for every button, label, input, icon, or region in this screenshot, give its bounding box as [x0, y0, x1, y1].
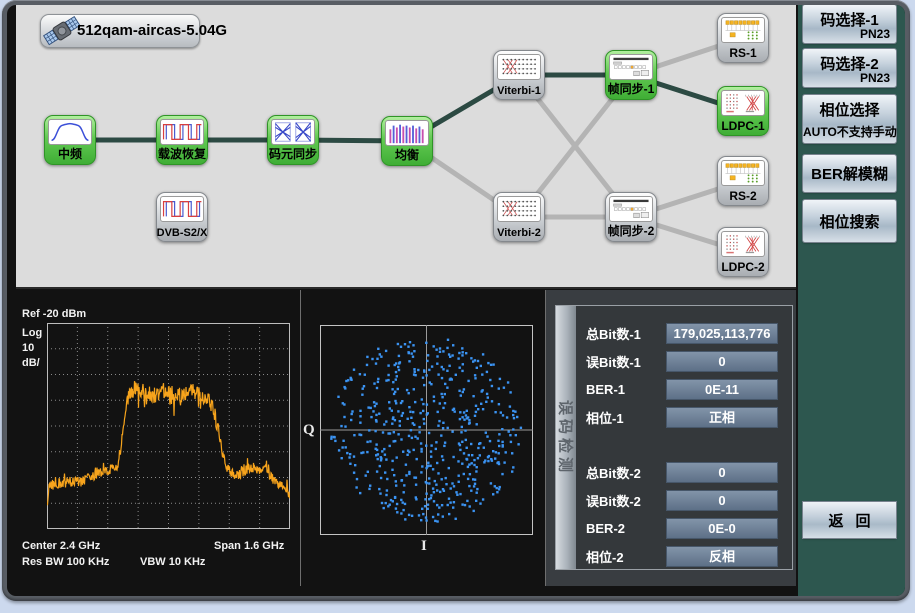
node-label-frame-sync-2: 帧同步-2	[598, 222, 664, 239]
node-label-equalizer: 均衡	[374, 146, 440, 163]
ber-row-8: 相位-2 反相	[586, 545, 778, 567]
ber-row-label: 误Bit数-2	[586, 491, 641, 510]
node-label-rs-1: RS-1	[710, 46, 776, 60]
ber-row-2: 误Bit数-1 0	[586, 350, 778, 372]
ber-row-value: 0E-0	[666, 518, 778, 539]
ber-row-value: 正相	[666, 407, 778, 428]
ber-row-label: 总Bit数-2	[586, 463, 641, 482]
ber-row-label: 误Bit数-1	[586, 352, 641, 371]
ber-row-label: 相位-2	[586, 547, 624, 566]
scale-10-label: 10	[22, 342, 34, 354]
node-label-if: 中频	[37, 145, 103, 162]
spectrum-plot	[47, 323, 290, 529]
scale-db-label: dB/	[22, 357, 40, 369]
ber-row-value: 0E-11	[666, 379, 778, 400]
node-if[interactable]: 中频	[44, 115, 96, 165]
rbw-label: Res BW 100 KHz	[22, 556, 109, 568]
node-label-dvb-s2x: DVB-S2/X	[149, 227, 215, 239]
ber-row-1: 总Bit数-1 179,025,113,776	[586, 322, 778, 344]
sidebar-button-label: 相位搜索	[819, 211, 879, 232]
node-frame-sync-2[interactable]: 帧同步-2	[605, 192, 657, 242]
sidebar-button-phase-select[interactable]: 相位选择 AUTO不支持手动	[803, 95, 896, 143]
ldpc-icon	[721, 90, 765, 116]
sidebar-button-code-select-2[interactable]: 码选择-2PN23	[803, 49, 896, 87]
ber-row-7: BER-2 0E-0	[586, 517, 778, 539]
satellite-icon	[43, 12, 81, 50]
node-label-viterbi-2: Viterbi-2	[486, 227, 552, 239]
constellation-plot	[320, 325, 533, 535]
node-label-ldpc-1: LDPC-1	[710, 119, 776, 133]
block-diagram-panel: 中频载波恢复码元同步均衡DVB-S2/XViterbi-1帧同步-1Viterb…	[16, 5, 796, 289]
q-axis-label: Q	[303, 422, 315, 439]
frame-sync-icon	[609, 54, 653, 80]
signal-title-button[interactable]: 512qam-aircas-5.04G	[40, 14, 200, 48]
node-label-carrier-recovery: 载波恢复	[149, 145, 215, 162]
sidebar-button-sublabel: AUTO不支持手动	[803, 123, 896, 140]
i-axis-label: I	[421, 538, 427, 555]
node-symbol-sync[interactable]: 码元同步	[267, 115, 319, 165]
ber-row-label: BER-1	[586, 382, 625, 397]
eye-diagram-icon	[271, 119, 315, 145]
ber-row-6: 误Bit数-2 0	[586, 489, 778, 511]
rs-icon	[721, 17, 765, 43]
app-content: 中频载波恢复码元同步均衡DVB-S2/XViterbi-1帧同步-1Viterb…	[7, 5, 905, 596]
trellis-icon	[497, 54, 541, 80]
node-frame-sync-1[interactable]: 帧同步-1	[605, 50, 657, 100]
frame-sync-icon	[609, 196, 653, 222]
scale-log-label: Log	[22, 327, 42, 339]
ber-row-value: 0	[666, 351, 778, 372]
ber-row-label: BER-2	[586, 521, 625, 536]
error-panel-title: 误码检测	[556, 399, 577, 475]
node-viterbi-1[interactable]: Viterbi-1	[493, 50, 545, 100]
back-button[interactable]: 返回	[803, 502, 896, 538]
error-panel-title-strip: 误码检测	[556, 306, 576, 569]
sidebar: 码选择-1PN23 码选择-2PN23 相位选择 AUTO不支持手动 BER解模糊相位搜…	[798, 5, 905, 596]
signal-title-label: 512qam-aircas-5.04G	[77, 22, 227, 39]
error-detection-area: 误码检测 总Bit数-1 179,025,113,776 误Bit数-1 0 BER-1…	[545, 290, 796, 586]
node-label-viterbi-1: Viterbi-1	[486, 85, 552, 97]
rs-icon	[721, 160, 765, 186]
ber-row-label: 总Bit数-1	[586, 324, 641, 343]
panel-divider	[300, 290, 301, 586]
center-freq-label: Center 2.4 GHz	[22, 540, 100, 552]
trellis-icon	[497, 196, 541, 222]
sidebar-button-sublabel: PN23	[860, 71, 890, 85]
ber-row-value: 0	[666, 490, 778, 511]
ber-row-value: 反相	[666, 546, 778, 567]
bandpass-icon	[48, 119, 92, 145]
sidebar-button-phase-search[interactable]: 相位搜索	[803, 200, 896, 242]
ber-row-value: 179,025,113,776	[666, 323, 778, 344]
node-label-rs-2: RS-2	[710, 189, 776, 203]
vbw-label: VBW 10 KHz	[140, 556, 205, 568]
node-dvb-s2x[interactable]: DVB-S2/X	[156, 192, 208, 242]
ber-row-4: 相位-1 正相	[586, 406, 778, 428]
sidebar-button-label: BER解模糊	[811, 163, 888, 184]
node-label-frame-sync-1: 帧同步-1	[598, 80, 664, 97]
ber-row-5: 总Bit数-2 0	[586, 461, 778, 483]
node-ldpc-2[interactable]: LDPC-2	[717, 227, 769, 277]
node-carrier-recovery[interactable]: 载波恢复	[156, 115, 208, 165]
node-label-symbol-sync: 码元同步	[260, 145, 326, 162]
app-window: 中频载波恢复码元同步均衡DVB-S2/XViterbi-1帧同步-1Viterb…	[2, 0, 910, 601]
node-label-ldpc-2: LDPC-2	[710, 260, 776, 274]
node-equalizer[interactable]: 均衡	[381, 116, 433, 166]
sidebar-button-ber-deambiguity[interactable]: BER解模糊	[803, 155, 896, 192]
sidebar-button-sublabel: PN23	[860, 27, 890, 41]
ber-row-3: BER-1 0E-11	[586, 378, 778, 400]
sidebar-button-code-select-1[interactable]: 码选择-1PN23	[803, 5, 896, 43]
ldpc-icon	[721, 231, 765, 257]
node-rs-1[interactable]: RS-1	[717, 13, 769, 63]
node-ldpc-1[interactable]: LDPC-1	[717, 86, 769, 136]
ref-level-label: Ref -20 dBm	[22, 308, 86, 320]
ber-row-label: 相位-1	[586, 408, 624, 427]
squarewave-icon	[160, 119, 204, 145]
ber-row-value: 0	[666, 462, 778, 483]
span-label: Span 1.6 GHz	[214, 540, 284, 552]
squarewave-icon	[160, 196, 204, 222]
node-rs-2[interactable]: RS-2	[717, 156, 769, 206]
sidebar-button-label: 相位选择	[803, 99, 896, 120]
equalizer-bars-icon	[385, 120, 429, 146]
node-viterbi-2[interactable]: Viterbi-2	[493, 192, 545, 242]
error-detection-panel: 误码检测 总Bit数-1 179,025,113,776 误Bit数-1 0 BER-1…	[555, 305, 793, 570]
